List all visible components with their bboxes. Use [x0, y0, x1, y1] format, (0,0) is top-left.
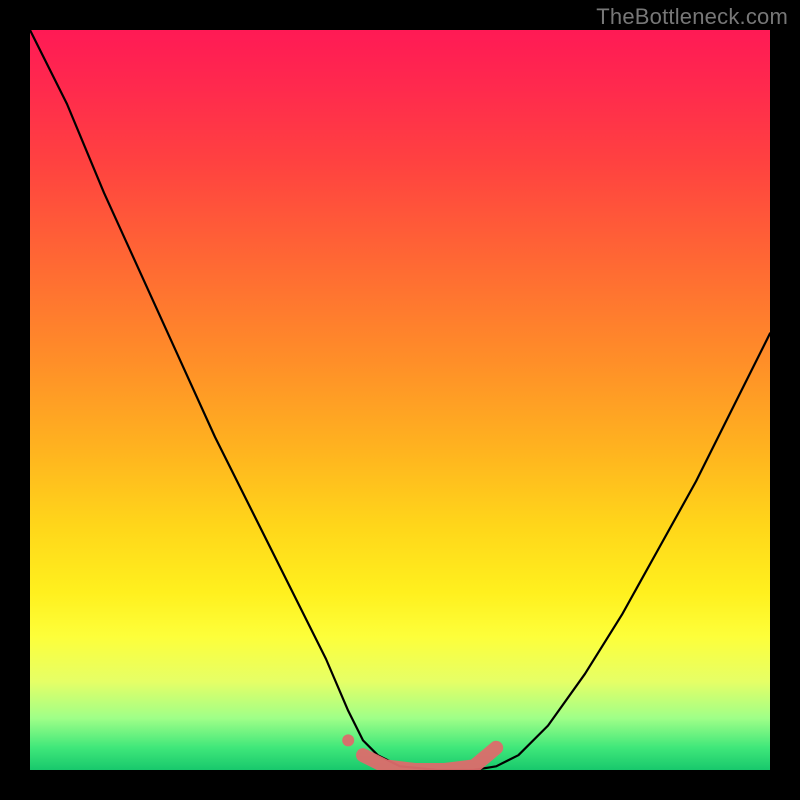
- chart-stage: TheBottleneck.com: [0, 0, 800, 800]
- bottom-marker-dot: [342, 734, 354, 746]
- plot-svg: [30, 30, 770, 770]
- watermark-text: TheBottleneck.com: [596, 4, 788, 30]
- curve-line: [30, 30, 770, 770]
- bottom-marker: [363, 748, 496, 770]
- plot-area: [30, 30, 770, 770]
